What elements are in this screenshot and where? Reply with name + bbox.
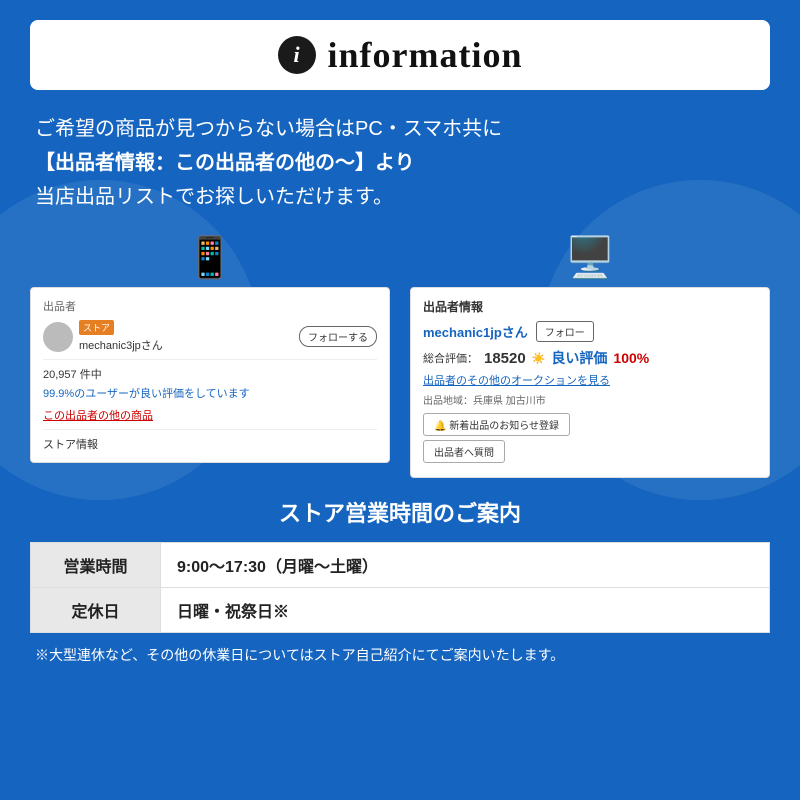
header-box: i information — [30, 20, 770, 90]
mobile-seller-link[interactable]: この出品者の他の商品 — [43, 407, 377, 423]
screenshots-row: 📱 出品者 ストア mechanic3jpさん フォローする 20,957 件中… — [30, 234, 770, 478]
pc-rating-num: 18520 — [484, 350, 526, 367]
pc-question-button[interactable]: 出品者へ質問 — [423, 440, 505, 463]
header-title: information — [328, 34, 523, 76]
pc-rating-row: 総合評価： 18520 ☀️ 良い評価 100% — [423, 348, 757, 368]
closed-days-label: 定休日 — [31, 588, 161, 633]
description-line1: ご希望の商品が見つからない場合はPC・スマホ共に — [35, 112, 765, 146]
pc-card-header: 出品者情報 — [423, 298, 757, 315]
store-hours-title: ストア営業時間のご案内 — [30, 496, 770, 528]
store-badge: ストア — [79, 320, 114, 335]
description-line3: 当店出品リストでお探しいただけます。 — [35, 180, 765, 214]
pc-notify-button[interactable]: 🔔 新着出品のお知らせ登録 — [423, 413, 570, 436]
store-hours-section: ストア営業時間のご案内 営業時間 9:00〜17:30（月曜〜土曜） 定休日 日 — [30, 496, 770, 665]
pc-good-label: 良い評価 — [551, 348, 607, 368]
hours-table: 営業時間 9:00〜17:30（月曜〜土曜） 定休日 日曜・祝祭日※ — [30, 542, 770, 633]
description-block: ご希望の商品が見つからない場合はPC・スマホ共に 【出品者情報：この出品者の他の… — [30, 112, 770, 214]
mobile-seller-name: mechanic3jpさん — [79, 337, 163, 353]
computer-icon: 🖥️ — [565, 234, 615, 281]
pc-good-percent: 100% — [613, 350, 649, 366]
pc-screenshot: 出品者情報 mechanic1jpさん フォロー 総合評価： 18520 ☀️ … — [410, 287, 770, 478]
table-row: 営業時間 9:00〜17:30（月曜〜土曜） — [31, 543, 770, 588]
pc-location: 出品地域：兵庫県 加古川市 — [423, 392, 757, 407]
sun-icon: ☀️ — [532, 352, 546, 365]
mobile-card-header: 出品者 — [43, 298, 377, 314]
mobile-rating: 99.9%のユーザーが良い評価をしています — [43, 385, 377, 401]
business-hours-label: 営業時間 — [31, 543, 161, 588]
mobile-seller-row: ストア mechanic3jpさん フォローする — [43, 320, 377, 353]
mobile-screenshot: 出品者 ストア mechanic3jpさん フォローする 20,957 件中 9… — [30, 287, 390, 463]
description-line2: 【出品者情報：この出品者の他の〜】より — [35, 146, 765, 180]
avatar — [43, 322, 73, 352]
smartphone-icon: 📱 — [185, 234, 235, 281]
pc-seller-link[interactable]: 出品者のその他のオークションを見る — [423, 372, 757, 388]
info-icon: i — [278, 36, 316, 74]
table-row: 定休日 日曜・祝祭日※ — [31, 588, 770, 633]
pc-seller-row: mechanic1jpさん フォロー — [423, 321, 757, 342]
closed-days-value: 日曜・祝祭日※ — [161, 588, 770, 633]
business-hours-value: 9:00〜17:30（月曜〜土曜） — [161, 543, 770, 588]
pc-rating-label: 総合評価： — [423, 350, 478, 366]
footnote: ※大型連休など、その他の休業日についてはストア自己紹介にてご案内いたします。 — [30, 645, 770, 665]
mobile-column: 📱 出品者 ストア mechanic3jpさん フォローする 20,957 件中… — [30, 234, 390, 463]
mobile-follow-button[interactable]: フォローする — [299, 326, 377, 347]
mobile-store-info: ストア情報 — [43, 436, 377, 452]
pc-column: 🖥️ 出品者情報 mechanic1jpさん フォロー 総合評価： 18520 … — [410, 234, 770, 478]
mobile-seller-info: ストア mechanic3jpさん — [79, 320, 163, 353]
mobile-count: 20,957 件中 — [43, 366, 377, 382]
pc-seller-name: mechanic1jpさん — [423, 322, 528, 341]
pc-follow-button[interactable]: フォロー — [536, 321, 594, 342]
